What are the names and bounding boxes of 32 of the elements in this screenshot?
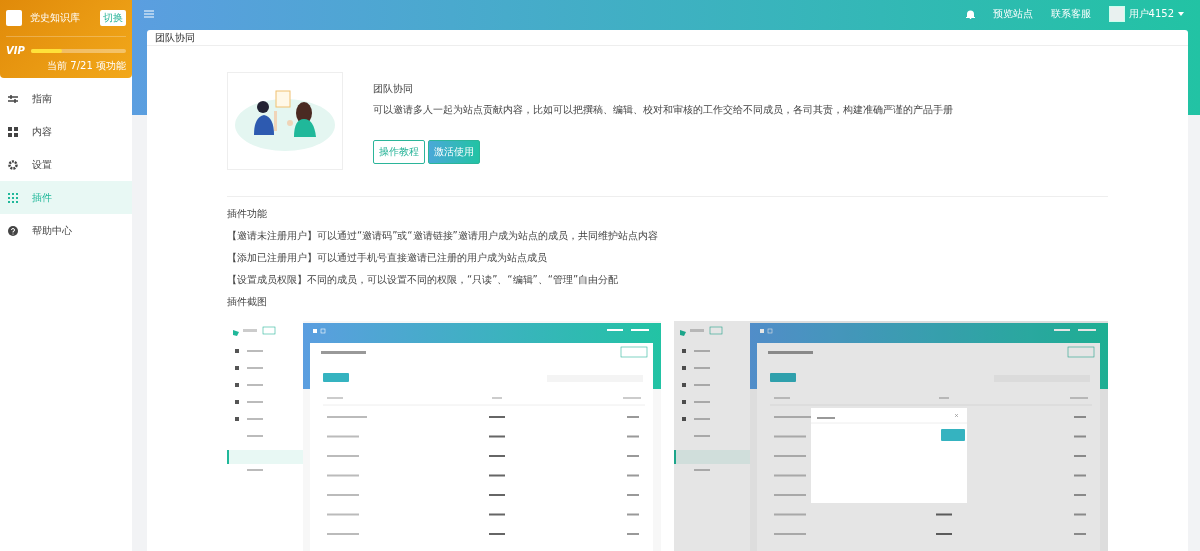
top-link[interactable]: 联系客服 bbox=[1050, 7, 1091, 21]
sidebar-item[interactable]: 指南 bbox=[0, 82, 132, 115]
bell-icon[interactable] bbox=[965, 9, 975, 19]
feature-text: 【添加已注册用户】可以通过手机号直接邀请已注册的用户成为站点成员 bbox=[227, 251, 548, 264]
settings-icon bbox=[8, 159, 18, 170]
grid-icon bbox=[8, 126, 18, 137]
sidebar-item[interactable]: 内容 bbox=[0, 115, 132, 148]
feature-text: 【设置成员权限】不同的成员，可以设置不同的权限，“只读”、“编辑”、“管理”自由分配 bbox=[227, 273, 620, 286]
feature-text: 【邀请未注册用户】可以通过“邀请码”或“邀请链接”邀请用户成为站点的成员，共同维护站点内容 bbox=[227, 229, 659, 242]
help-icon bbox=[8, 225, 18, 236]
vip-label: VIP bbox=[6, 45, 25, 56]
activate-button[interactable]: 激活使用 bbox=[428, 140, 480, 164]
sidebar-item[interactable]: 帮助中心 bbox=[0, 214, 132, 247]
page-title: 团队协同 bbox=[147, 30, 1188, 46]
apps-icon bbox=[8, 192, 18, 203]
avatar bbox=[1108, 6, 1125, 22]
tutorial-button[interactable]: 操作教程 bbox=[373, 140, 425, 164]
switch-button[interactable]: 切换 bbox=[100, 10, 126, 26]
sidebar-item[interactable]: 设置 bbox=[0, 148, 132, 181]
user-menu[interactable]: 用户4152 bbox=[1108, 6, 1184, 22]
section-heading: 插件截图 bbox=[227, 295, 268, 308]
section-heading: 插件功能 bbox=[227, 207, 268, 220]
sliders-icon bbox=[8, 93, 18, 104]
menu-icon[interactable] bbox=[144, 10, 154, 18]
top-link[interactable]: 预览站点 bbox=[992, 7, 1033, 21]
plugin-description: 可以邀请多人一起为站点贡献内容，比如可以把撰稿、编辑、校对和审核的工作交给不同成员，各司其责，构建准确严谨的产品手册 bbox=[373, 103, 953, 116]
caret-icon bbox=[1178, 12, 1184, 16]
progress-text: 当前 7/21 项功能 bbox=[47, 59, 126, 73]
sidebar-item[interactable]: 插件 bbox=[0, 181, 132, 214]
site-logo bbox=[6, 10, 22, 26]
plugin-title: 团队协同 bbox=[373, 82, 414, 95]
site-name: 党史知识库 bbox=[30, 11, 81, 25]
